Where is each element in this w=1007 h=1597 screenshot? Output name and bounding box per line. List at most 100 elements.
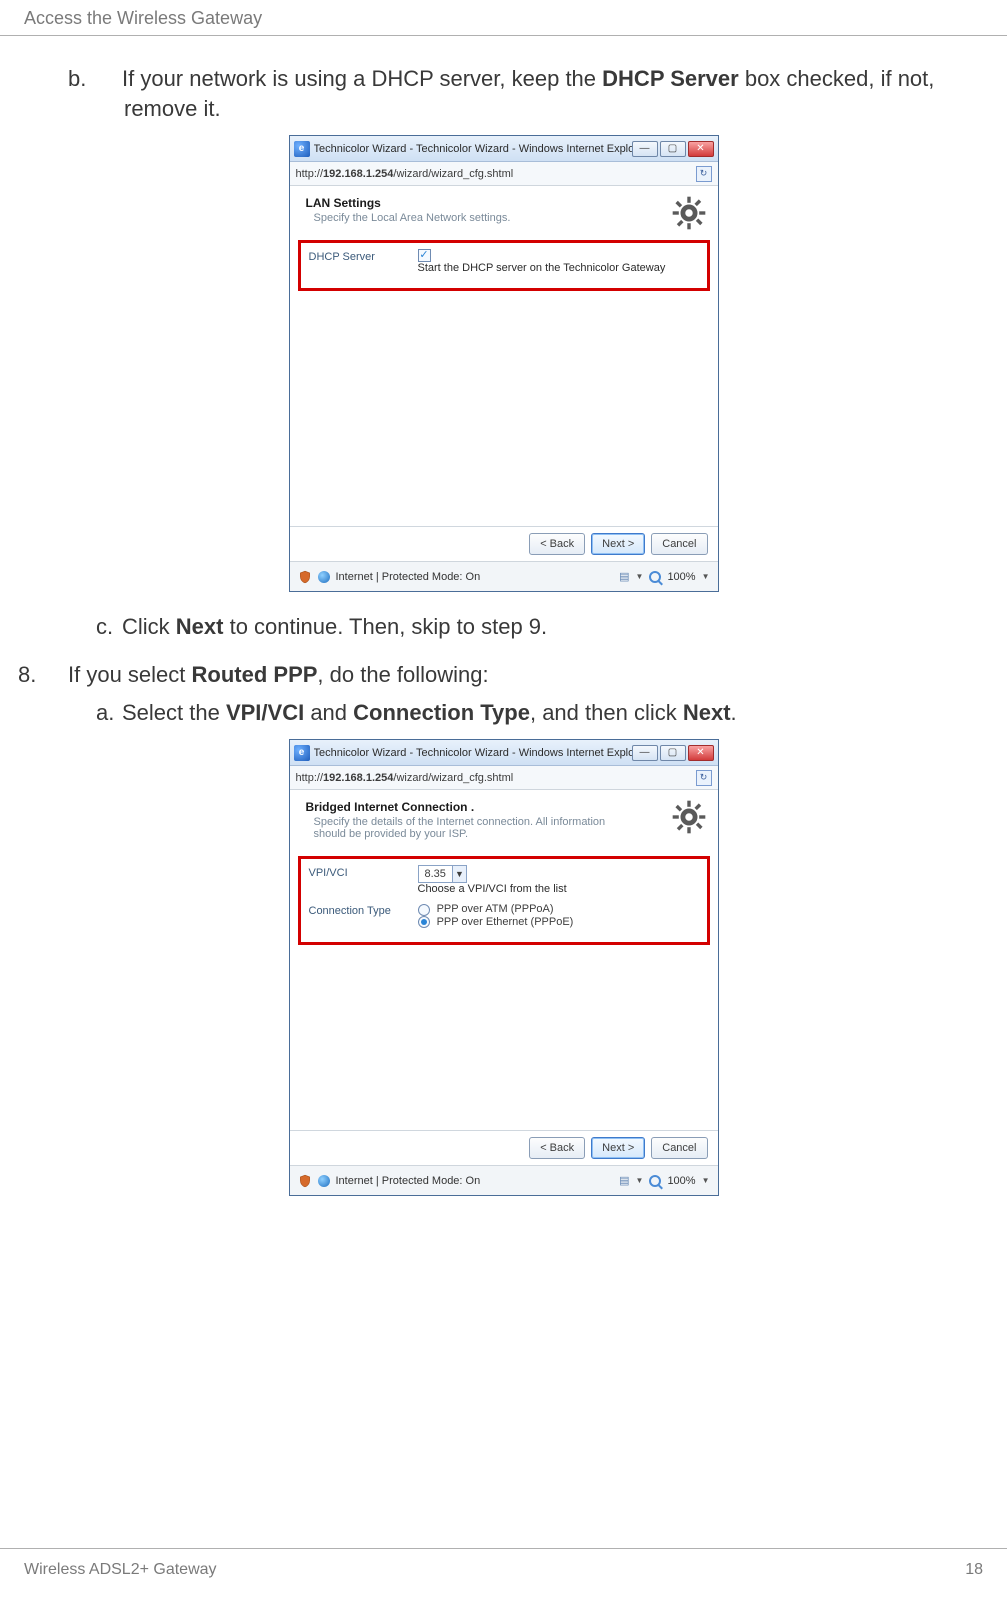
step-8a-text-2: and	[304, 700, 353, 725]
step-8-marker: 8.	[44, 660, 68, 690]
shield-icon	[298, 570, 312, 584]
address-refresh-icon-2[interactable]: ↻	[696, 770, 712, 786]
cancel-button[interactable]: Cancel	[651, 533, 707, 555]
zoom-dropdown-icon[interactable]: ▼	[702, 572, 710, 581]
page-tools-icon-2[interactable]: ▤	[619, 1174, 629, 1187]
step-7b-marker: b.	[96, 64, 122, 94]
page-header: Access the Wireless Gateway	[0, 0, 1007, 36]
next-button[interactable]: Next >	[591, 533, 645, 555]
window-buttons-2: — ▢ ✕	[632, 745, 714, 761]
lan-settings-title: LAN Settings	[306, 196, 702, 210]
highlight-box-vpivci: VPI/VCI 8.35 ▼ Choose a VPI/VCI from the…	[298, 856, 710, 944]
dropdown-icon-2[interactable]: ▼	[636, 1176, 644, 1185]
step-8a-text-4: .	[731, 700, 737, 725]
vpivci-row: VPI/VCI 8.35 ▼ Choose a VPI/VCI from the…	[309, 865, 699, 895]
radio-pppoa-label: PPP over ATM (PPPoA)	[437, 903, 554, 915]
ie-url-2[interactable]: http://192.168.1.254/wizard/wizard_cfg.s…	[296, 772, 696, 784]
close-button[interactable]: ✕	[688, 141, 714, 157]
gear-icon-2	[672, 800, 706, 837]
ie-window-title: Technicolor Wizard - Technicolor Wizard …	[314, 143, 632, 155]
footer-page-number: 18	[965, 1561, 983, 1579]
url-scheme: http://	[296, 168, 324, 180]
footer-left: Wireless ADSL2+ Gateway	[24, 1561, 217, 1579]
step-7c-text-2: to continue. Then, skip to step 9.	[223, 614, 547, 639]
vpivci-select[interactable]: 8.35 ▼	[418, 865, 467, 883]
step-8a-bold-3: Next	[683, 700, 731, 725]
url-host: 192.168.1.254	[323, 168, 393, 180]
zoom-level-2: 100%	[667, 1175, 695, 1187]
shield-icon-2	[298, 1174, 312, 1188]
minimize-button-2[interactable]: —	[632, 745, 658, 761]
ie-favicon-icon-2	[294, 745, 310, 761]
radio-pppoe-row[interactable]: PPP over Ethernet (PPPoE)	[418, 916, 574, 928]
close-button-2[interactable]: ✕	[688, 745, 714, 761]
address-refresh-icon[interactable]: ↻	[696, 166, 712, 182]
wizard-buttons-2: < Back Next > Cancel	[290, 1130, 718, 1165]
step-8a-bold-2: Connection Type	[353, 700, 530, 725]
ie-titlebar-2: Technicolor Wizard - Technicolor Wizard …	[290, 740, 718, 766]
step-8-text-1: If you select	[68, 662, 192, 687]
url-host-2: 192.168.1.254	[323, 772, 393, 784]
ie-client-area-2: Bridged Internet Connection . Specify th…	[290, 790, 718, 1130]
step-7c-text-1: Click	[122, 614, 176, 639]
cancel-button-2[interactable]: Cancel	[651, 1137, 707, 1159]
step-7b-text-1: If your network is using a DHCP server, …	[122, 66, 602, 91]
radio-pppoa-row[interactable]: PPP over ATM (PPPoA)	[418, 903, 574, 915]
step-7c-marker: c.	[96, 612, 122, 642]
step-8a-marker: a.	[96, 698, 122, 728]
url-path-2: /wizard/wizard_cfg.shtml	[393, 772, 513, 784]
page-tools-icon[interactable]: ▤	[619, 570, 629, 583]
zoom-dropdown-icon-2[interactable]: ▼	[702, 1176, 710, 1185]
radio-pppoe-label: PPP over Ethernet (PPPoE)	[437, 916, 574, 928]
screenshot-bridged-connection: Technicolor Wizard - Technicolor Wizard …	[289, 739, 719, 1196]
vpivci-value: 8.35	[419, 868, 452, 880]
globe-icon-2	[318, 1175, 330, 1187]
minimize-button[interactable]: —	[632, 141, 658, 157]
ie-address-bar: http://192.168.1.254/wizard/wizard_cfg.s…	[290, 162, 718, 186]
dhcp-server-label: DHCP Server	[309, 249, 404, 263]
dropdown-icon[interactable]: ▼	[636, 572, 644, 581]
next-button-2[interactable]: Next >	[591, 1137, 645, 1159]
back-button-2[interactable]: < Back	[529, 1137, 585, 1159]
dhcp-server-checkbox[interactable]: ✓	[418, 249, 431, 262]
step-7b: b.If your network is using a DHCP server…	[96, 64, 983, 123]
zoom-icon[interactable]	[649, 571, 661, 583]
maximize-button-2[interactable]: ▢	[660, 745, 686, 761]
page-footer: Wireless ADSL2+ Gateway 18	[0, 1548, 1007, 1579]
bridged-subtitle: Specify the details of the Internet conn…	[314, 816, 634, 840]
status-protected-mode: Internet | Protected Mode: On	[336, 571, 481, 583]
connection-type-row: Connection Type PPP over ATM (PPPoA) PPP…	[309, 903, 699, 927]
zoom-icon-2[interactable]	[649, 1175, 661, 1187]
dhcp-server-hint: Start the DHCP server on the Technicolor…	[418, 262, 666, 274]
radio-pppoa[interactable]	[418, 904, 430, 916]
ie-client-area: LAN Settings Specify the Local Area Netw…	[290, 186, 718, 526]
ie-url[interactable]: http://192.168.1.254/wizard/wizard_cfg.s…	[296, 168, 696, 180]
url-path: /wizard/wizard_cfg.shtml	[393, 168, 513, 180]
gear-icon	[672, 196, 706, 233]
screenshot-lan-settings: Technicolor Wizard - Technicolor Wizard …	[289, 135, 719, 592]
step-7c: c.Click Next to continue. Then, skip to …	[96, 612, 983, 642]
maximize-button[interactable]: ▢	[660, 141, 686, 157]
step-7b-bold: DHCP Server	[602, 66, 739, 91]
ie-titlebar: Technicolor Wizard - Technicolor Wizard …	[290, 136, 718, 162]
wizard-buttons: < Back Next > Cancel	[290, 526, 718, 561]
globe-icon	[318, 571, 330, 583]
step-8-text-2: , do the following:	[317, 662, 488, 687]
ie-status-bar: Internet | Protected Mode: On ▤ ▼ 100% ▼	[290, 561, 718, 591]
connection-type-label: Connection Type	[309, 903, 404, 917]
back-button[interactable]: < Back	[529, 533, 585, 555]
chevron-down-icon: ▼	[452, 866, 466, 882]
status-protected-mode-2: Internet | Protected Mode: On	[336, 1175, 481, 1187]
vpivci-label: VPI/VCI	[309, 865, 404, 879]
step-8a-bold-1: VPI/VCI	[226, 700, 304, 725]
radio-pppoe[interactable]	[418, 916, 430, 928]
page-content: b.If your network is using a DHCP server…	[0, 36, 1007, 1196]
ie-status-bar-2: Internet | Protected Mode: On ▤ ▼ 100% ▼	[290, 1165, 718, 1195]
dhcp-server-row: DHCP Server ✓ Start the DHCP server on t…	[309, 249, 699, 274]
step-8: 8.If you select Routed PPP, do the follo…	[44, 660, 983, 690]
vpivci-hint: Choose a VPI/VCI from the list	[418, 883, 567, 895]
step-8a: a.Select the VPI/VCI and Connection Type…	[96, 698, 983, 728]
step-8a-text-3: , and then click	[530, 700, 683, 725]
step-8-bold: Routed PPP	[192, 662, 318, 687]
ie-window-title-2: Technicolor Wizard - Technicolor Wizard …	[314, 747, 632, 759]
